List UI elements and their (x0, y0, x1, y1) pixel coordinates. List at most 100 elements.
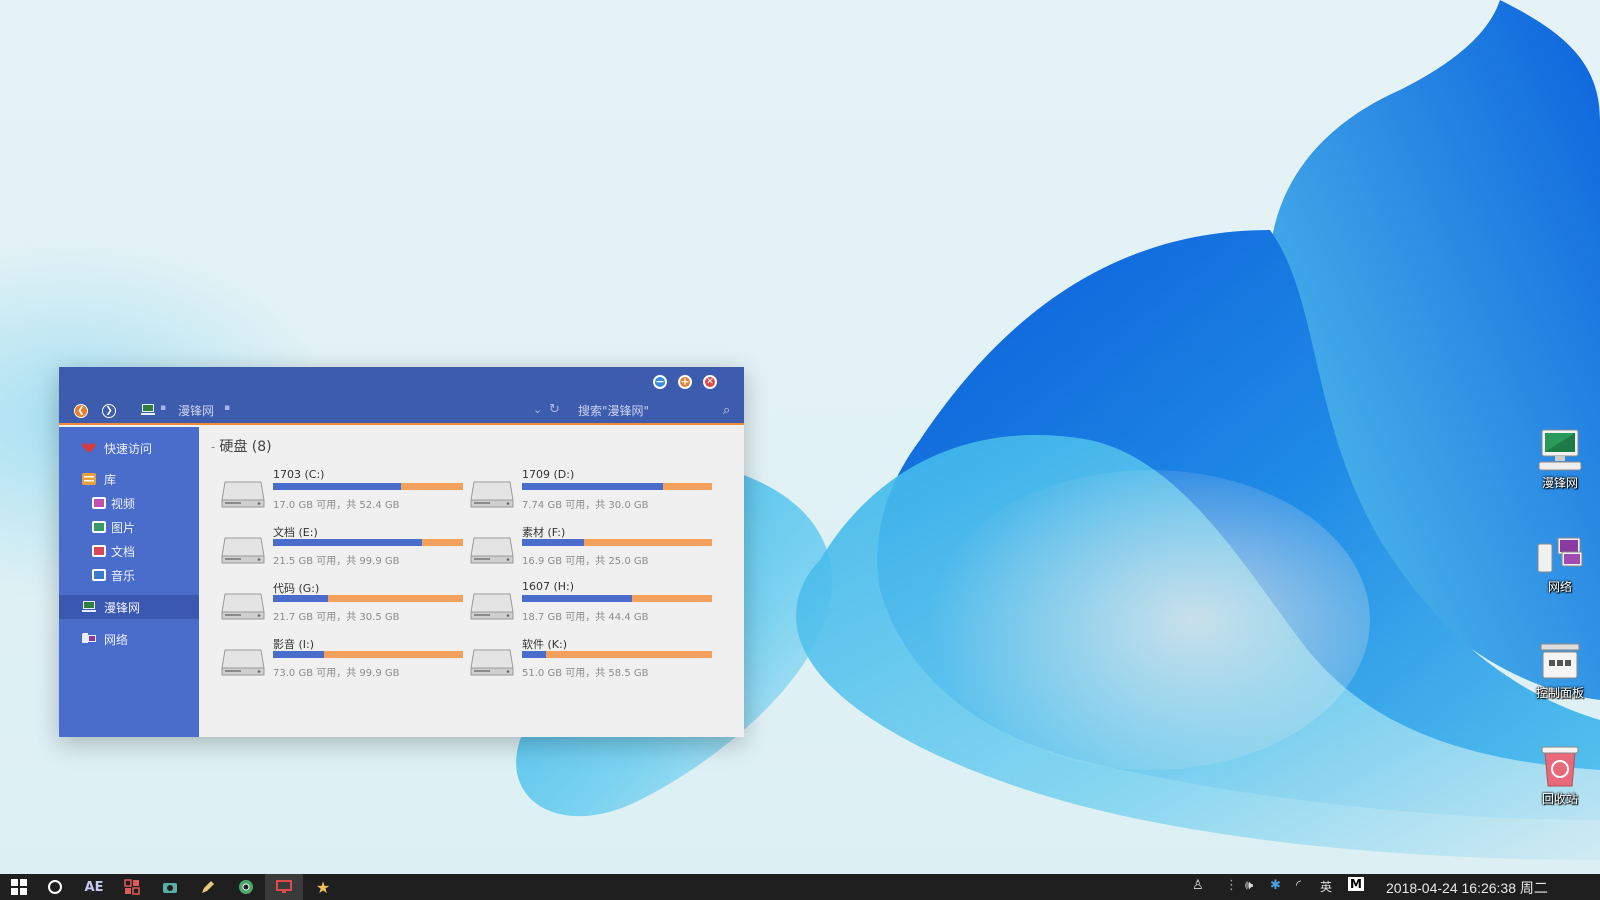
forward-button[interactable]: ❯ (102, 404, 116, 418)
drive-usage-fill (522, 539, 584, 546)
drive-name: 1709 (D:) (522, 468, 575, 481)
drive-usage-bar (273, 595, 463, 602)
taskbar-app-after-effects[interactable]: AE (75, 874, 113, 900)
drive-usage-fill (522, 595, 632, 602)
taskbar-clock[interactable]: 2018-04-24 16:26:38 周二 (1386, 878, 1548, 898)
minimize-button[interactable]: − (653, 375, 667, 389)
start-button[interactable] (0, 874, 38, 900)
drive-free-space: 21.5 GB 可用，共 99.9 GB (273, 556, 400, 567)
title-bar[interactable]: − + ✕ (59, 367, 744, 397)
chevron-down-icon[interactable]: ⌄ (533, 403, 542, 416)
search-input[interactable]: 搜索"漫锋网" (578, 402, 649, 419)
hard-drive-icon (221, 537, 265, 564)
refresh-icon[interactable]: ↻ (549, 402, 560, 417)
breadcrumb-separator[interactable]: ▪ (224, 403, 230, 413)
ime-language-indicator[interactable]: 英 (1320, 878, 1332, 895)
desktop-icon-recycle-bin[interactable]: 回收站 (1528, 742, 1592, 807)
taskbar-app-favorites[interactable]: ★ (304, 874, 342, 900)
drive-usage-fill (522, 651, 547, 658)
hard-drive-icon (470, 593, 514, 620)
drive-usage-bar (522, 651, 712, 658)
taskbar-app-camera[interactable] (151, 874, 189, 900)
drive-usage-fill (273, 483, 402, 490)
sidebar-item-libraries[interactable]: 库 (59, 467, 199, 491)
drive-free-space: 18.7 GB 可用，共 44.4 GB (522, 612, 649, 623)
heart-icon (82, 443, 96, 453)
drive-item[interactable]: 1703 (C:) 17.0 GB 可用，共 52.4 GB (221, 468, 466, 518)
people-icon[interactable]: ♙ (1192, 878, 1204, 893)
wifi-icon[interactable]: ◜ (1296, 878, 1301, 893)
taskbar-app-explorer[interactable] (265, 874, 303, 900)
tray-overflow-icon[interactable]: ⋮ (1225, 878, 1238, 893)
file-explorer-window: − + ✕ ❮ ❯ ▪ 漫锋网 ▪ ⌄ ↻ 搜索"漫锋网" ⌕ 快速访问 库 视… (59, 367, 744, 737)
drive-item[interactable]: 影音 (I:) 73.0 GB 可用，共 99.9 GB (221, 636, 466, 686)
breadcrumb-separator: ▪ (160, 403, 167, 413)
drive-name: 1703 (C:) (273, 468, 325, 481)
cortana-button[interactable] (36, 874, 74, 900)
drive-free-space: 7.74 GB 可用，共 30.0 GB (522, 500, 649, 511)
drive-item[interactable]: 代码 (G:) 21.7 GB 可用，共 30.5 GB (221, 580, 466, 630)
collapse-icon[interactable]: - (211, 440, 215, 454)
address-path[interactable]: 漫锋网 (178, 402, 214, 419)
drive-item[interactable]: 1709 (D:) 7.74 GB 可用，共 30.0 GB (470, 468, 715, 518)
drive-usage-bar (522, 595, 712, 602)
hard-drive-icon (221, 481, 265, 508)
drive-usage-bar (273, 651, 463, 658)
after-effects-icon: AE (84, 879, 104, 895)
app-tray-icon[interactable]: ✱ (1270, 878, 1281, 893)
close-button[interactable]: ✕ (703, 375, 717, 389)
drive-free-space: 51.0 GB 可用，共 58.5 GB (522, 668, 649, 679)
taskbar-app-chrome[interactable] (227, 874, 265, 900)
back-button[interactable]: ❮ (74, 404, 88, 418)
ime-mode-indicator[interactable]: M (1348, 877, 1364, 891)
hard-drive-icon (470, 481, 514, 508)
camera-icon (163, 883, 177, 893)
drive-name: 影音 (I:) (273, 638, 315, 651)
hard-drive-icon (470, 649, 514, 676)
sidebar-item-network[interactable]: 网络 (59, 627, 199, 651)
drive-item[interactable]: 1607 (H:) 18.7 GB 可用，共 44.4 GB (470, 580, 715, 630)
search-icon[interactable]: ⌕ (723, 403, 730, 418)
drive-usage-fill (273, 651, 325, 658)
taskbar-app-grid[interactable] (113, 874, 151, 900)
drives-group-header[interactable]: - 硬盘 (8) (211, 436, 272, 456)
computer-icon (1538, 429, 1582, 471)
chrome-icon (239, 880, 253, 894)
drive-free-space: 17.0 GB 可用，共 52.4 GB (273, 500, 400, 511)
document-icon (92, 545, 106, 557)
picture-icon (92, 521, 106, 533)
drive-usage-bar (522, 539, 712, 546)
monitor-icon (276, 880, 292, 893)
control-panel-icon (1540, 643, 1580, 679)
drive-item[interactable]: 文档 (E:) 21.5 GB 可用，共 99.9 GB (221, 524, 466, 574)
computer-icon (141, 404, 155, 415)
drive-usage-bar (273, 483, 463, 490)
maximize-button[interactable]: + (678, 375, 692, 389)
drive-item[interactable]: 软件 (K:) 51.0 GB 可用，共 58.5 GB (470, 636, 715, 686)
navigation-pane: 快速访问 库 视频 图片 文档 音乐 漫锋网 网络 (59, 427, 199, 737)
star-icon: ★ (315, 877, 331, 897)
apps-grid-icon (124, 879, 140, 895)
sidebar-item-pictures[interactable]: 图片 (59, 515, 199, 539)
music-icon (92, 569, 106, 581)
desktop-icon-control-panel[interactable]: 控制面板 (1528, 642, 1592, 701)
drive-name: 代码 (G:) (273, 582, 320, 595)
desktop-icon-this-pc[interactable]: 漫锋网 (1528, 428, 1592, 491)
taskbar-app-pen[interactable] (189, 874, 227, 900)
hard-drive-icon (221, 649, 265, 676)
cortana-circle-icon (48, 880, 62, 894)
content-pane: - 硬盘 (8) 1703 (C:) 17.0 GB 可用，共 52.4 GB 170… (199, 427, 744, 737)
drive-item[interactable]: 素材 (F:) 16.9 GB 可用，共 25.0 GB (470, 524, 715, 574)
sidebar-item-videos[interactable]: 视频 (59, 491, 199, 515)
network-icon (1537, 537, 1583, 573)
sidebar-item-documents[interactable]: 文档 (59, 539, 199, 563)
sidebar-item-this-pc[interactable]: 漫锋网 (59, 595, 199, 619)
taskbar: AE ★ ♙ ⋮ 🕪 ✱ ◜ 英 M 2018-04-24 16:26:38 周… (0, 874, 1600, 900)
sidebar-item-quick-access[interactable]: 快速访问 (59, 436, 199, 460)
desktop-icon-network[interactable]: 网络 (1528, 536, 1592, 595)
video-icon (92, 497, 106, 509)
hard-drive-icon (221, 593, 265, 620)
network-icon (82, 633, 96, 643)
sidebar-item-music[interactable]: 音乐 (59, 563, 199, 587)
volume-icon[interactable]: 🕪 (1245, 878, 1253, 893)
